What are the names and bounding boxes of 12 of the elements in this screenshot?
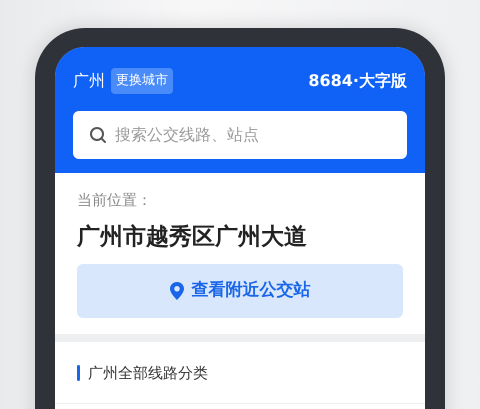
nearby-stops-button[interactable]: 查看附近公交站 [77, 264, 403, 318]
city-name: 广州 [73, 70, 105, 92]
change-city-button[interactable]: 更换城市 [111, 68, 173, 94]
search-field[interactable]: 搜索公交线路、站点 [115, 123, 391, 147]
search-icon [89, 126, 107, 144]
brand-logo: 8684·大字版 [308, 70, 407, 92]
section-marker [77, 365, 80, 382]
address-text: 广州市越秀区广州大道 [77, 222, 308, 252]
location-pin-icon [170, 282, 184, 300]
location-label: 当前位置： [77, 190, 153, 211]
section-title: 广州全部线路分类 [88, 363, 208, 384]
search-bar[interactable]: 搜索公交线路、站点 [73, 111, 407, 159]
